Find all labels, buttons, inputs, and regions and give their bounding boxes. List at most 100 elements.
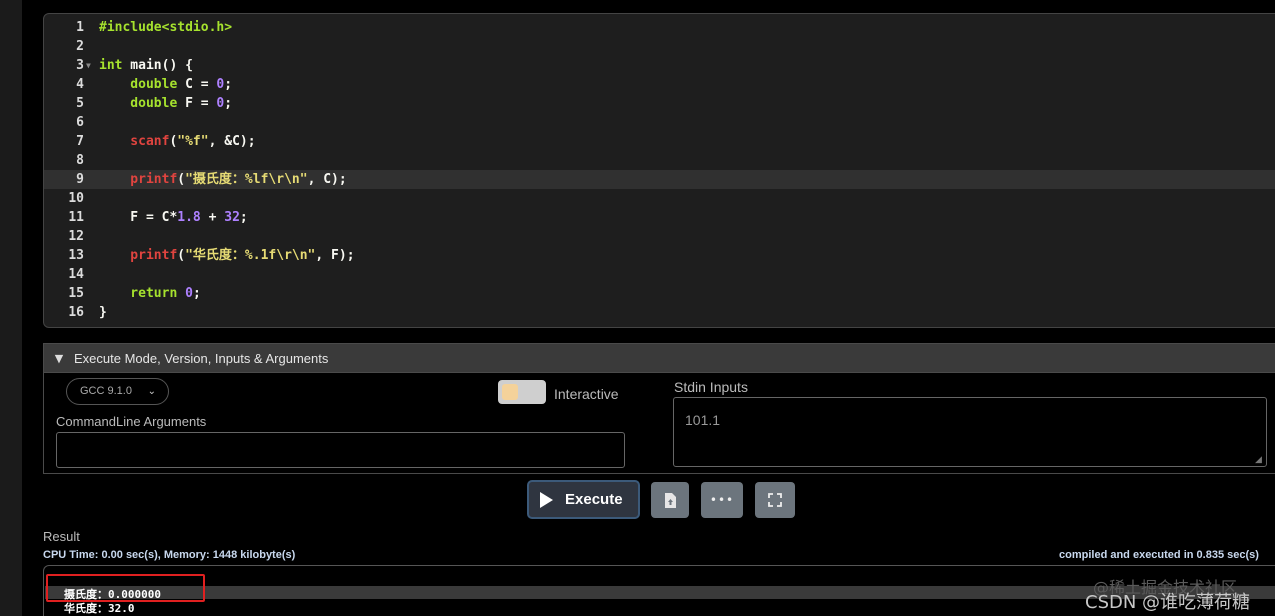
upload-file-button[interactable] [651, 482, 689, 518]
code-token: F = [177, 96, 217, 111]
commandline-arguments-label: CommandLine Arguments [56, 414, 207, 429]
code-text: printf("摄氏度：%lf\r\n", C); [99, 170, 347, 189]
code-token: ; [192, 286, 201, 301]
code-token: printf [99, 248, 178, 263]
chevron-down-icon: ▼ [54, 351, 64, 365]
file-upload-icon [665, 492, 676, 508]
code-line[interactable]: 7 scanf("%f", &C); [44, 132, 1275, 151]
code-token: #include<stdio.h> [99, 20, 233, 35]
code-token: main() { [122, 58, 193, 73]
red-annotation-box [46, 574, 205, 602]
code-token: ( [177, 172, 186, 187]
code-line[interactable]: 8 [44, 151, 1275, 170]
left-sidebar-strip [0, 0, 22, 616]
fullscreen-icon [768, 493, 782, 507]
code-token: scanf [99, 134, 170, 149]
code-line[interactable]: 11 F = C*1.8 + 32; [44, 208, 1275, 227]
code-token: "摄氏度：%lf\r\n" [185, 172, 308, 187]
stdin-inputs-textarea[interactable]: 101.1 [673, 397, 1267, 467]
execute-button[interactable]: Execute [527, 480, 640, 519]
code-editor[interactable]: 1 #include<stdio.h> 2 3 ▼ int main() {4 doubl… [43, 13, 1275, 328]
code-token: C = [177, 77, 217, 92]
output-line: 华氏度：32.0 [64, 602, 135, 615]
stdin-inputs-label: Stdin Inputs [674, 379, 748, 395]
code-text: return 0; [99, 284, 201, 303]
toggle-knob [502, 384, 518, 400]
line-number: 11 [68, 210, 84, 225]
code-token: ( [177, 248, 186, 263]
code-line[interactable]: 10 [44, 189, 1275, 208]
code-line[interactable]: 1 #include<stdio.h> [44, 18, 1275, 37]
line-number: 6 [76, 115, 84, 130]
panel-title: Execute Mode, Version, Inputs & Argument… [74, 350, 329, 366]
execute-button-label: Execute [565, 491, 623, 508]
fold-arrow-icon[interactable]: ▼ [86, 56, 91, 75]
code-line[interactable]: 13 printf("华氏度：%.1f\r\n", F); [44, 246, 1275, 265]
code-token: ; [239, 210, 248, 225]
commandline-arguments-input[interactable] [56, 432, 625, 468]
code-token: F = C* [99, 210, 178, 225]
line-number: 12 [68, 229, 84, 244]
cpu-memory-stats: CPU Time: 0.00 sec(s), Memory: 1448 kilo… [43, 549, 296, 561]
line-number: 9 [76, 172, 84, 187]
code-token: ; [224, 77, 233, 92]
code-token: "%f" [177, 134, 209, 149]
code-token: "华氏度：%.1f\r\n" [185, 248, 316, 263]
code-token: } [99, 305, 107, 320]
code-line[interactable]: 12 [44, 227, 1275, 246]
code-text: int main() { [99, 56, 193, 75]
result-label: Result [43, 529, 80, 544]
code-line[interactable]: 3 ▼ int main() { [44, 56, 1275, 75]
code-text: scanf("%f", &C); [99, 132, 256, 151]
line-number: 7 [76, 134, 84, 149]
code-text: printf("华氏度：%.1f\r\n", F); [99, 246, 355, 265]
code-token: printf [99, 172, 178, 187]
code-text: double F = 0; [99, 94, 232, 113]
line-number: 10 [68, 191, 84, 206]
code-token: ; [224, 96, 233, 111]
code-line[interactable]: 4 double C = 0; [44, 75, 1275, 94]
interactive-toggle[interactable] [498, 380, 546, 404]
code-token: return [99, 286, 178, 301]
more-options-button[interactable]: ••• [701, 482, 743, 518]
code-line[interactable]: 14 [44, 265, 1275, 284]
code-token: int [99, 58, 123, 73]
compile-time-status: compiled and executed in 0.835 sec(s) [1059, 549, 1259, 561]
line-number: 14 [68, 267, 84, 282]
version-select-value: GCC 9.1.0 [80, 385, 132, 397]
code-text: #include<stdio.h> [99, 18, 232, 37]
line-number: 3 [76, 58, 84, 73]
line-number: 2 [76, 39, 84, 54]
line-number: 15 [68, 286, 84, 301]
line-number: 8 [76, 153, 84, 168]
line-number: 13 [68, 248, 84, 263]
play-icon [540, 491, 553, 508]
code-line[interactable]: 16} [44, 303, 1275, 322]
code-line[interactable]: 5 double F = 0; [44, 94, 1275, 113]
code-token: 0 [185, 286, 193, 301]
code-line[interactable]: 9 printf("摄氏度：%lf\r\n", C); [44, 170, 1275, 189]
line-number: 16 [68, 305, 84, 320]
code-token: , C); [307, 172, 347, 187]
code-line[interactable]: 6 [44, 113, 1275, 132]
interactive-label: Interactive [554, 386, 619, 402]
code-text: double C = 0; [99, 75, 232, 94]
code-text: } [99, 303, 107, 322]
code-token: 1.8 [177, 210, 201, 225]
execute-mode-panel-header[interactable]: ▼ Execute Mode, Version, Inputs & Argume… [43, 343, 1275, 373]
code-token: double [99, 96, 178, 111]
resize-grip-icon[interactable]: ◢ [1255, 455, 1265, 465]
code-token: double [99, 77, 178, 92]
chevron-down-icon: ⌄ [147, 386, 156, 397]
version-select[interactable]: GCC 9.1.0 ⌄ [66, 378, 169, 405]
code-line[interactable]: 2 [44, 37, 1275, 56]
ellipsis-icon: ••• [709, 493, 735, 507]
code-token: , &C); [208, 134, 256, 149]
fullscreen-button[interactable] [755, 482, 795, 518]
watermark-csdn: CSDN @谁吃薄荷糖 [1085, 592, 1251, 613]
code-token: , F); [315, 248, 355, 263]
code-line[interactable]: 15 return 0; [44, 284, 1275, 303]
code-token: 32 [224, 210, 240, 225]
line-number: 4 [76, 77, 84, 92]
